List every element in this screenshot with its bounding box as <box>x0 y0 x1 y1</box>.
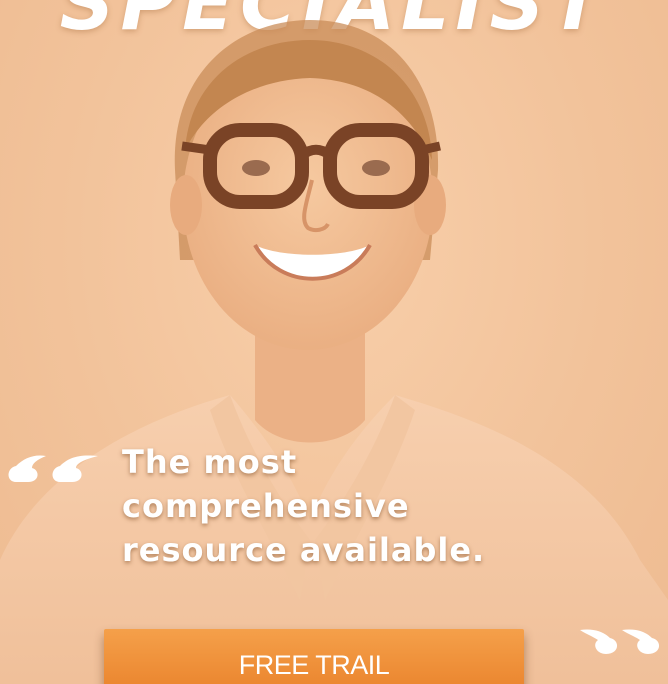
quote-line-2: comprehensive <box>122 487 410 525</box>
open-quote-icon <box>8 455 98 482</box>
promo-banner: SPECIALIST <box>0 0 668 684</box>
free-trial-button[interactable]: FREE TRAIL <box>104 629 524 684</box>
quote-text: The most comprehensive resource availabl… <box>122 440 542 572</box>
quote-line-1: The most <box>122 443 298 481</box>
close-quote-icon <box>580 629 660 654</box>
quote-line-3: resource available. <box>122 531 486 569</box>
person-photo <box>0 20 668 684</box>
